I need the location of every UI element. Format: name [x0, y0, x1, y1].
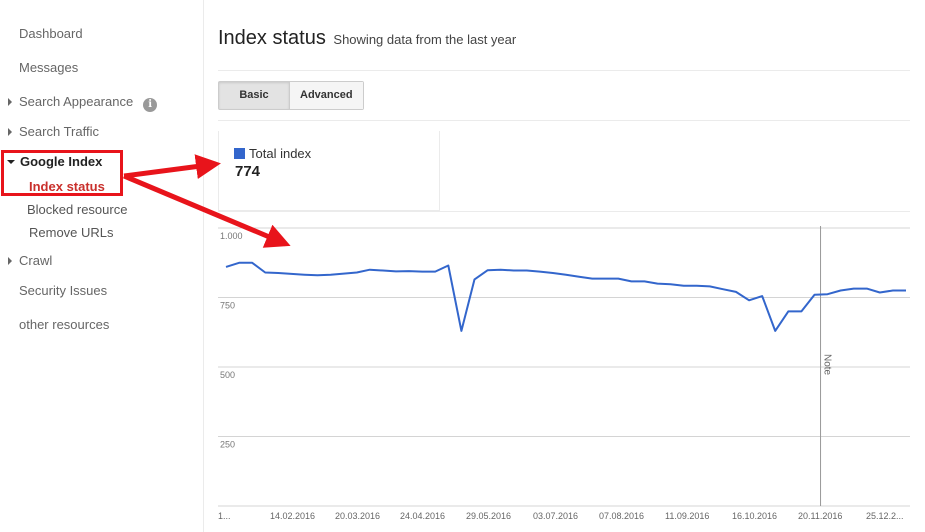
- tab-advanced[interactable]: Advanced: [290, 82, 363, 109]
- sidebar-item-messages[interactable]: Messages: [19, 60, 78, 75]
- sidebar-item-label: Search Appearance: [19, 94, 134, 109]
- metric-value: 774: [235, 163, 261, 180]
- expand-arrow-icon: [8, 128, 12, 136]
- x-tick-label: 03.07.2016: [533, 511, 578, 521]
- expand-arrow-icon: [8, 98, 12, 106]
- x-tick-label: 11.09.2016: [665, 511, 709, 521]
- divider: [218, 70, 910, 71]
- annotation-highlight-box: [1, 150, 123, 196]
- sidebar-item-crawl[interactable]: Crawl: [8, 253, 52, 268]
- info-icon[interactable]: i: [143, 98, 158, 112]
- sidebar-item-dashboard[interactable]: Dashboard: [19, 26, 83, 41]
- note-label: Note: [822, 354, 833, 376]
- sidebar-item-security-issues[interactable]: Security Issues: [19, 283, 107, 298]
- expand-arrow-icon: [8, 257, 12, 265]
- index-status-chart[interactable]: 1.000 750 500 250 Note 1... 14.02.2016 20.03.20…: [218, 226, 910, 526]
- sidebar-item-label: Search Traffic: [19, 124, 99, 139]
- sidebar-item-blocked-resource[interactable]: Blocked resource: [27, 202, 127, 217]
- y-tick-label: 1.000: [220, 231, 243, 241]
- x-tick-label: 16.10.2016: [732, 511, 777, 521]
- page-title: Index status Showing data from the last …: [218, 27, 516, 50]
- x-tick-label: 07.08.2016: [599, 511, 644, 521]
- sidebar: Dashboard Messages Search Appearance i Se…: [0, 0, 204, 532]
- sidebar-item-label: Crawl: [19, 253, 53, 268]
- x-tick-label: 24.04.2016: [400, 511, 445, 521]
- y-tick-label: 250: [220, 440, 235, 450]
- sidebar-item-search-appearance[interactable]: Search Appearance i: [8, 94, 158, 112]
- x-tick-label: 1...: [218, 511, 231, 521]
- metric-label: Total index: [249, 146, 312, 161]
- divider: [218, 120, 910, 121]
- y-tick-label: 750: [220, 301, 235, 311]
- divider: [218, 211, 910, 212]
- x-tick-label: 25.12.2...: [866, 511, 904, 521]
- sidebar-item-other-resources[interactable]: other resources: [19, 317, 109, 332]
- x-tick-label: 20.03.2016: [335, 511, 380, 521]
- series-line-total-index: [225, 261, 906, 332]
- x-tick-label: 14.02.2016: [270, 511, 315, 521]
- tab-basic[interactable]: Basic: [219, 82, 290, 109]
- y-tick-label: 500: [220, 370, 235, 380]
- legend-swatch: [234, 148, 245, 159]
- total-index-card: Total index 774: [218, 131, 440, 211]
- page-subtitle: Showing data from the last year: [333, 32, 517, 47]
- x-tick-label: 20.11.2016: [798, 511, 842, 521]
- view-toggle: Basic Advanced: [218, 81, 364, 110]
- x-tick-label: 29.05.2016: [466, 511, 511, 521]
- sidebar-item-search-traffic[interactable]: Search Traffic: [8, 124, 99, 139]
- page-title-text: Index status: [218, 27, 326, 49]
- sidebar-item-remove-urls[interactable]: Remove URLs: [29, 225, 114, 240]
